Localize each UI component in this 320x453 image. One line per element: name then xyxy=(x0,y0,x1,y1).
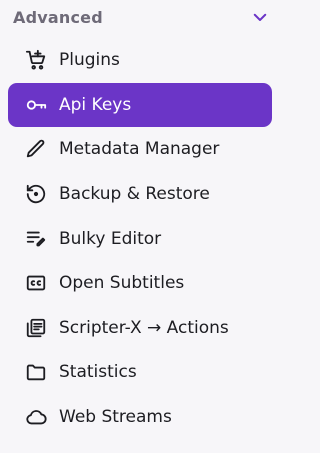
menu-item-label: Open Subtitles xyxy=(59,273,185,294)
cloud-icon xyxy=(24,405,48,429)
advanced-menu-panel: Advanced Plugins Api Keys Metadata Manag… xyxy=(0,0,284,453)
section-title: Advanced xyxy=(13,7,103,27)
script-list-icon xyxy=(24,316,48,340)
menu-item-label: Bulky Editor xyxy=(59,228,162,249)
menu-item-open-subtitles[interactable]: Open Subtitles xyxy=(8,261,272,306)
menu-item-backup-restore[interactable]: Backup & Restore xyxy=(8,172,272,217)
pencil-icon xyxy=(24,137,48,161)
folder-icon xyxy=(24,360,48,384)
chevron-down-icon[interactable] xyxy=(249,6,271,28)
menu-item-plugins[interactable]: Plugins xyxy=(8,38,272,83)
menu-item-label: Api Keys xyxy=(59,94,132,115)
menu-item-bulky-editor[interactable]: Bulky Editor xyxy=(8,216,272,261)
bulk-edit-icon xyxy=(24,227,48,251)
key-icon xyxy=(24,93,48,117)
advanced-section-header[interactable]: Advanced xyxy=(13,4,271,30)
advanced-menu-list: Plugins Api Keys Metadata Manager Backup… xyxy=(8,38,272,439)
menu-item-scripter-x-actions[interactable]: Scripter-X → Actions xyxy=(8,306,272,351)
menu-item-label: Scripter-X → Actions xyxy=(59,317,229,338)
menu-item-label: Metadata Manager xyxy=(59,139,220,160)
menu-item-label: Plugins xyxy=(59,50,120,71)
cart-plus-icon xyxy=(24,48,48,72)
menu-item-label: Web Streams xyxy=(59,407,172,428)
menu-item-metadata-manager[interactable]: Metadata Manager xyxy=(8,127,272,172)
menu-item-web-streams[interactable]: Web Streams xyxy=(8,395,272,440)
restore-icon xyxy=(24,182,48,206)
menu-item-label: Statistics xyxy=(59,362,137,383)
closed-caption-icon xyxy=(24,271,48,295)
menu-item-api-keys[interactable]: Api Keys xyxy=(8,82,272,128)
menu-item-label: Backup & Restore xyxy=(59,184,210,205)
menu-item-statistics[interactable]: Statistics xyxy=(8,350,272,395)
